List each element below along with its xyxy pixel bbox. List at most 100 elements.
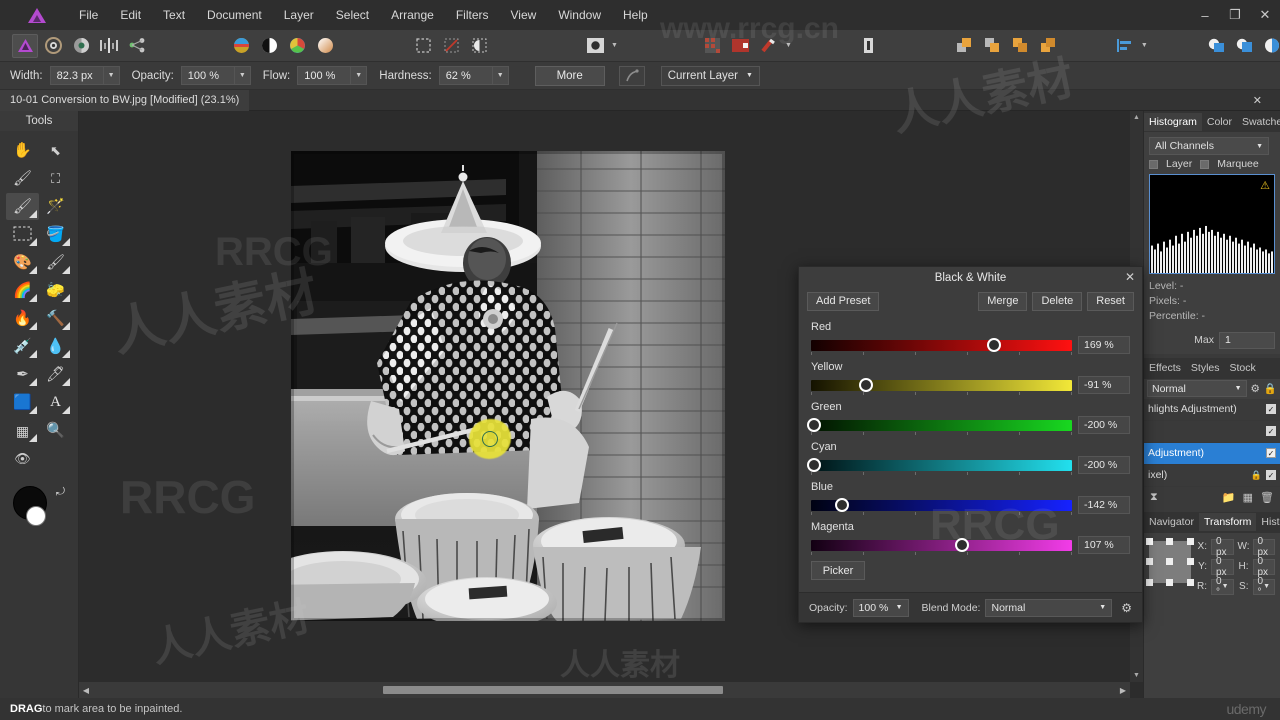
view-tool[interactable]: ✋: [6, 137, 39, 164]
arrange-backward-icon[interactable]: [1036, 34, 1062, 58]
develop-persona-icon[interactable]: [68, 34, 94, 58]
swap-colors-icon[interactable]: ⤾: [56, 486, 65, 499]
tab-history[interactable]: History: [1256, 513, 1280, 531]
arrange-back-icon[interactable]: [980, 34, 1006, 58]
slider-blue-track[interactable]: [811, 497, 1072, 515]
menu-item-text[interactable]: Text: [152, 4, 196, 26]
hourglass-icon[interactable]: ⧗: [1150, 491, 1158, 504]
liquify-persona-icon[interactable]: [40, 34, 66, 58]
tab-transform[interactable]: Transform: [1198, 513, 1257, 532]
info-icon[interactable]: [856, 34, 882, 58]
blend-dropdown-icon[interactable]: ▼: [1235, 385, 1242, 392]
trash-icon[interactable]: 🗑: [1260, 491, 1274, 504]
tab-histogram[interactable]: Histogram: [1144, 112, 1202, 131]
transform-h-input[interactable]: 0 px: [1252, 556, 1275, 578]
slider-cyan-value[interactable]: -200 %: [1078, 456, 1130, 474]
magnet-icon[interactable]: [756, 34, 782, 58]
slider-cyan-knob[interactable]: [806, 457, 821, 472]
more-button[interactable]: More: [534, 65, 605, 86]
table-row[interactable]: ixel) 🔒 ✓: [1144, 465, 1280, 487]
layer-checkbox[interactable]: [1149, 159, 1158, 169]
slider-magenta-value[interactable]: 107 %: [1078, 536, 1130, 554]
add-preset-button[interactable]: Add Preset: [807, 291, 880, 311]
transform-s-input[interactable]: 0 ° ▼: [1252, 576, 1275, 598]
scroll-left-icon[interactable]: ◀: [79, 686, 93, 695]
hardness-input[interactable]: 62 % ▼: [438, 66, 509, 85]
menu-item-file[interactable]: File: [68, 4, 109, 26]
tab-swatches[interactable]: Swatches: [1237, 113, 1280, 131]
channels-dropdown-icon[interactable]: ▼: [1256, 143, 1263, 150]
layer-visibility-checkbox[interactable]: ✓: [1266, 448, 1276, 459]
align-icon[interactable]: [1112, 34, 1138, 58]
layer-visibility-checkbox[interactable]: ✓: [1266, 426, 1276, 437]
transform-w-input[interactable]: 0 px: [1252, 536, 1275, 558]
export-persona-icon[interactable]: [124, 34, 150, 58]
layer-blend-mode-select[interactable]: Normal ▼: [1147, 380, 1247, 398]
blur-tool[interactable]: 💧: [39, 333, 72, 360]
zoom-tool[interactable]: 🔍: [39, 417, 72, 444]
gradient-icon[interactable]: [312, 34, 338, 58]
slider-blue-knob[interactable]: [835, 497, 850, 512]
delete-button[interactable]: Delete: [1032, 291, 1083, 311]
tab-color[interactable]: Color: [1202, 113, 1237, 131]
refine-icon[interactable]: [582, 34, 608, 58]
marquee-icon[interactable]: [410, 34, 436, 58]
arrange-front-icon[interactable]: [952, 34, 978, 58]
subtract-shape-icon[interactable]: [1232, 34, 1258, 58]
histogram-graph[interactable]: ⚠: [1149, 174, 1275, 274]
dialog-close-icon[interactable]: ✕: [1125, 270, 1135, 284]
eraser-tool[interactable]: 🧽: [39, 277, 72, 304]
menu-item-document[interactable]: Document: [196, 4, 273, 26]
slider-red-knob[interactable]: [986, 337, 1001, 352]
transform-y-input[interactable]: 0 px: [1211, 556, 1234, 578]
burn-tool[interactable]: 🔥: [6, 305, 39, 332]
slider-green-knob[interactable]: [806, 417, 821, 432]
table-row[interactable]: ✓: [1144, 421, 1280, 443]
tab-navigator[interactable]: Navigator: [1144, 513, 1199, 531]
chevron-down-icon[interactable]: ▼: [611, 42, 618, 49]
move-tool[interactable]: ⬉: [39, 137, 72, 164]
invert-selection-icon[interactable]: [466, 34, 492, 58]
document-tab[interactable]: 10-01 Conversion to BW.jpg [Modified] (2…: [0, 89, 250, 111]
pixel-grid-icon[interactable]: [700, 34, 726, 58]
color-swatches[interactable]: ⤾: [13, 486, 65, 532]
paint-brush-alt-tool[interactable]: 🖌: [39, 249, 72, 276]
menu-item-view[interactable]: View: [500, 4, 548, 26]
menu-item-window[interactable]: Window: [547, 4, 612, 26]
picker-button[interactable]: Picker: [811, 561, 865, 580]
secondary-color-swatch[interactable]: [26, 506, 46, 526]
slider-magenta-knob[interactable]: [955, 537, 970, 552]
width-dropdown-icon[interactable]: ▼: [102, 67, 119, 84]
width-input[interactable]: 82.3 px ▼: [49, 66, 120, 85]
transform-anchor-icon[interactable]: [1146, 537, 1194, 586]
chevron-down-icon-2[interactable]: ▼: [785, 42, 792, 49]
inpainting-brush-tool[interactable]: 🖌: [6, 193, 39, 220]
source-layer-select[interactable]: Current Layer ▼: [660, 65, 760, 86]
chevron-down-icon-3[interactable]: ▼: [1141, 42, 1148, 49]
opacity-input[interactable]: 100 % ▼: [180, 66, 251, 85]
contrast-icon[interactable]: [256, 34, 282, 58]
slider-green-track[interactable]: [806, 417, 1072, 435]
transform-x-input[interactable]: 0 px: [1211, 536, 1234, 558]
layer-visibility-checkbox[interactable]: ✓: [1266, 470, 1276, 481]
slider-magenta-track[interactable]: [811, 537, 1072, 555]
fill-tool[interactable]: 🟦: [6, 389, 39, 416]
crop-tool[interactable]: ⛶: [39, 165, 72, 192]
flow-dropdown-icon[interactable]: ▼: [350, 67, 366, 84]
menu-item-select[interactable]: Select: [325, 4, 380, 26]
restore-button[interactable]: ❐: [1220, 0, 1250, 30]
menu-item-filters[interactable]: Filters: [445, 4, 500, 26]
scroll-down-icon[interactable]: ▼: [1130, 669, 1143, 682]
slider-yellow-value[interactable]: -91 %: [1078, 376, 1130, 394]
tab-stock[interactable]: Stock: [1225, 359, 1261, 377]
tone-mapping-persona-icon[interactable]: [96, 34, 122, 58]
text-tool[interactable]: A: [39, 389, 72, 416]
layer-lock-icon[interactable]: 🔒: [1251, 470, 1262, 481]
max-input[interactable]: 1: [1219, 331, 1275, 349]
paint-brush-tool[interactable]: 🖌: [6, 165, 39, 192]
layer-visibility-checkbox[interactable]: ✓: [1266, 404, 1276, 415]
lock-icon[interactable]: 🔒: [1264, 382, 1277, 395]
dialog-blend-select[interactable]: Normal ▼: [985, 598, 1113, 617]
arrange-forward-icon[interactable]: [1008, 34, 1034, 58]
transform-r-input[interactable]: 0 ° ▼: [1211, 576, 1234, 598]
